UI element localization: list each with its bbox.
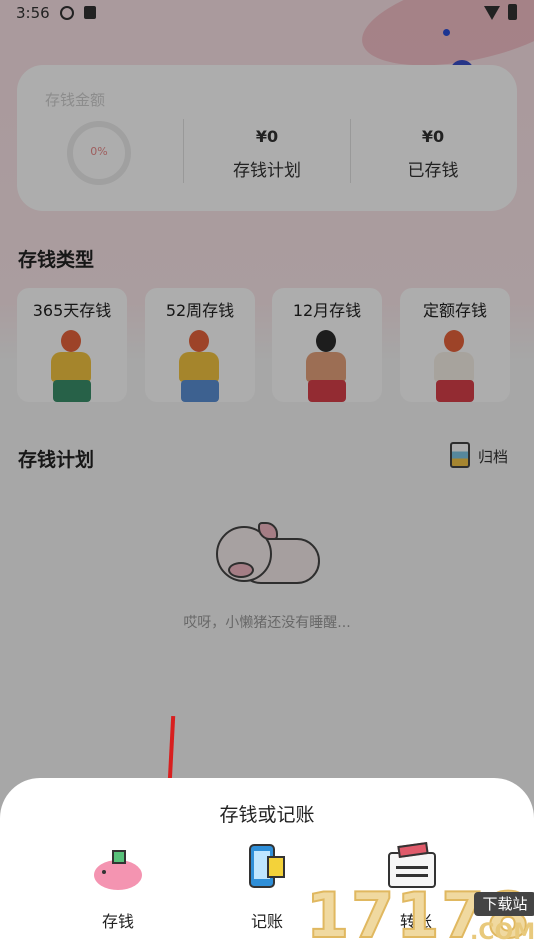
document-icon — [267, 856, 285, 878]
save-money-action[interactable]: 存钱 — [68, 840, 168, 936]
sheet-title: 存钱或记账 — [219, 804, 315, 826]
bookkeeping-label: 记账 — [250, 912, 283, 931]
watermark: 17178 下载站 .COM — [305, 881, 534, 951]
watermark-domain: .COM — [470, 920, 534, 945]
watermark-badge: 下载站 — [474, 892, 534, 916]
piggy-bank-icon — [94, 850, 144, 890]
save-money-label: 存钱 — [101, 912, 134, 931]
bookkeeping-action[interactable]: 记账 — [217, 840, 317, 936]
